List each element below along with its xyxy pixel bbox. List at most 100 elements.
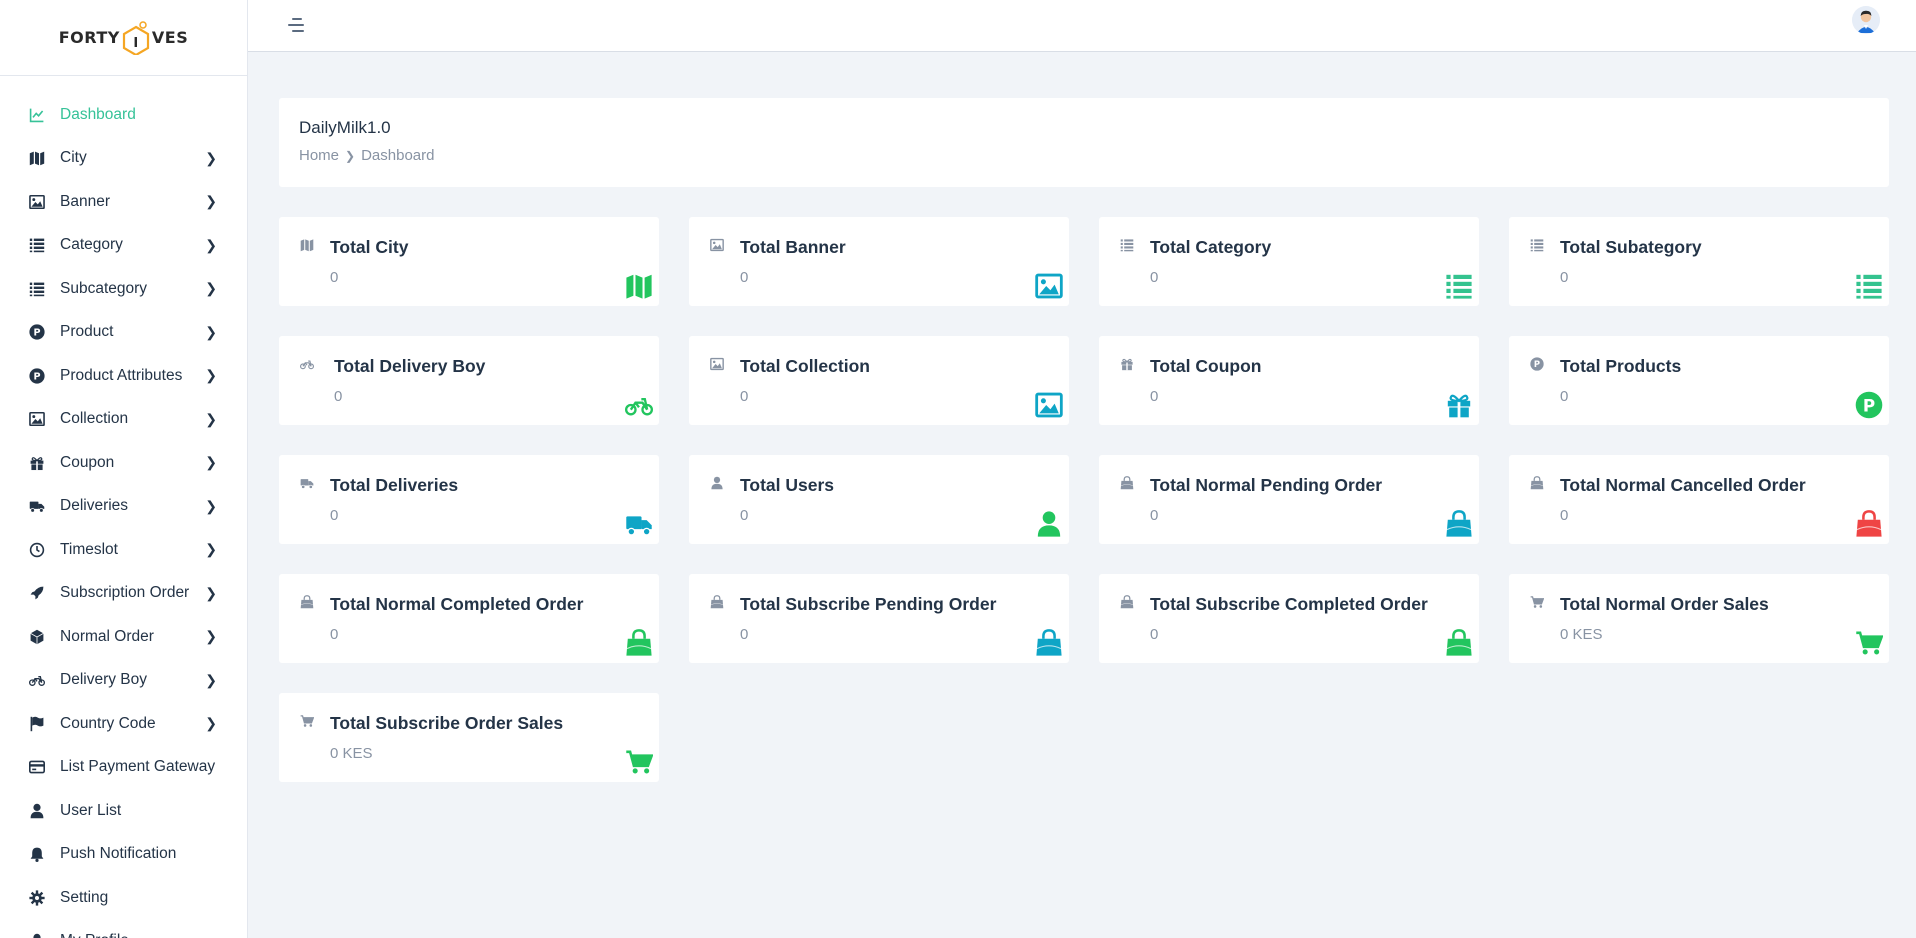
stat-value: 0 — [1560, 507, 1569, 524]
shopping-bag-icon — [709, 594, 725, 610]
main-content: DailyMilk1.0 Home ❯ Dashboard Total City… — [279, 98, 1889, 782]
chevron-right-icon: ❯ — [205, 323, 217, 340]
brand-logo[interactable]: FORTY I VES — [0, 0, 247, 76]
menu-toggle-icon[interactable] — [288, 17, 306, 33]
stat-title: Total Category — [1150, 237, 1272, 257]
stat-card-total-deliveries[interactable]: Total Deliveries 0 — [279, 455, 659, 544]
stat-card-total-coupon[interactable]: Total Coupon 0 — [1099, 336, 1479, 425]
stat-card-total-users[interactable]: Total Users 0 — [689, 455, 1069, 544]
image-icon — [1033, 270, 1065, 302]
bell-icon — [28, 845, 46, 863]
map-icon — [623, 270, 655, 302]
stat-card-total-delivery-boy[interactable]: Total Delivery Boy 0 — [279, 336, 659, 425]
sidebar-item-timeslot[interactable]: Timeslot ❯ — [0, 528, 247, 572]
sidebar-item-push-notification[interactable]: Push Notification — [0, 833, 247, 877]
sidebar-item-label: List Payment Gateway — [60, 758, 216, 776]
topbar — [248, 0, 1916, 52]
sidebar-item-delivery-boy[interactable]: Delivery Boy ❯ — [0, 659, 247, 703]
image-icon — [1033, 389, 1065, 421]
sidebar-item-label: Delivery Boy — [60, 671, 147, 689]
sidebar-item-user-list[interactable]: User List — [0, 789, 247, 833]
product-p-icon: P — [28, 367, 46, 385]
user-icon — [28, 932, 46, 938]
stat-title: Total Subategory — [1560, 237, 1702, 257]
chevron-right-icon: ❯ — [205, 628, 217, 645]
map-icon — [28, 149, 46, 167]
sidebar-item-country-code[interactable]: Country Code ❯ — [0, 702, 247, 746]
stat-card-total-normal-cancelled-order[interactable]: Total Normal Cancelled Order 0 — [1509, 455, 1889, 544]
sidebar-item-label: User List — [60, 801, 122, 819]
stat-card-total-collection[interactable]: Total Collection 0 — [689, 336, 1069, 425]
user-icon — [1033, 508, 1065, 540]
sidebar-item-deliveries[interactable]: Deliveries ❯ — [0, 485, 247, 529]
stat-card-total-normal-pending-order[interactable]: Total Normal Pending Order 0 — [1099, 455, 1479, 544]
stat-value: 0 — [1150, 388, 1159, 405]
stat-card-total-subscribe-order-sales[interactable]: Total Subscribe Order Sales 0 KES — [279, 693, 659, 782]
user-icon — [28, 802, 46, 820]
stat-title: Total Normal Cancelled Order — [1560, 475, 1806, 495]
brand-right: VES — [151, 28, 189, 47]
brand-hex-letter: I — [133, 36, 138, 51]
sidebar-item-label: Banner — [60, 192, 110, 210]
stat-title: Total Normal Pending Order — [1150, 475, 1383, 495]
chevron-right-icon: ❯ — [205, 280, 217, 297]
chevron-right-icon: ❯ — [205, 497, 217, 514]
stat-value: 0 — [330, 626, 339, 643]
stat-card-total-normal-completed-order[interactable]: Total Normal Completed Order 0 — [279, 574, 659, 663]
stat-card-total-subscribe-completed-order[interactable]: Total Subscribe Completed Order 0 — [1099, 574, 1479, 663]
stat-card-total-subategory[interactable]: Total Subategory 0 — [1509, 217, 1889, 306]
map-icon — [299, 237, 315, 253]
list-icon — [28, 280, 46, 298]
stat-card-total-city[interactable]: Total City 0 — [279, 217, 659, 306]
motorcycle-icon — [28, 671, 46, 689]
shopping-bag-icon — [1853, 508, 1885, 540]
sidebar-item-list-payment-gateway[interactable]: List Payment Gateway — [0, 746, 247, 790]
sidebar-item-product[interactable]: P Product ❯ — [0, 311, 247, 355]
stat-title: Total Delivery Boy — [334, 356, 486, 376]
stat-title: Total Subscribe Order Sales — [330, 713, 564, 733]
user-avatar[interactable] — [1852, 6, 1880, 34]
breadcrumb-home[interactable]: Home — [299, 147, 339, 164]
chevron-right-icon: ❯ — [205, 715, 217, 732]
stat-card-total-products[interactable]: P Total Products 0 P — [1509, 336, 1889, 425]
sidebar-item-label: Coupon — [60, 453, 115, 471]
stat-card-total-subscribe-pending-order[interactable]: Total Subscribe Pending Order 0 — [689, 574, 1069, 663]
sidebar-item-city[interactable]: City ❯ — [0, 137, 247, 181]
stat-card-total-banner[interactable]: Total Banner 0 — [689, 217, 1069, 306]
stat-value: 0 — [740, 626, 749, 643]
truck-icon — [28, 497, 46, 515]
list-icon — [28, 236, 46, 254]
shopping-cart-icon — [299, 713, 315, 729]
sidebar-item-subcategory[interactable]: Subcategory ❯ — [0, 267, 247, 311]
sidebar-item-product-attributes[interactable]: P Product Attributes ❯ — [0, 354, 247, 398]
sidebar-item-setting[interactable]: Setting — [0, 876, 247, 920]
product-p-icon: P — [1529, 356, 1545, 372]
page-header: DailyMilk1.0 Home ❯ Dashboard — [279, 98, 1889, 187]
stat-value: 0 — [334, 388, 343, 405]
sidebar-item-label: Setting — [60, 888, 109, 906]
clock-icon — [28, 541, 46, 559]
stat-card-total-category[interactable]: Total Category 0 — [1099, 217, 1479, 306]
image-icon — [709, 356, 725, 372]
sidebar-item-subscription-order[interactable]: Subscription Order ❯ — [0, 572, 247, 616]
chevron-right-icon: ❯ — [205, 671, 217, 688]
sidebar-item-category[interactable]: Category ❯ — [0, 224, 247, 268]
sidebar-item-coupon[interactable]: Coupon ❯ — [0, 441, 247, 485]
sidebar-item-label: City — [60, 149, 87, 167]
chevron-right-icon: ❯ — [205, 584, 217, 601]
sidebar-item-dashboard[interactable]: Dashboard — [0, 93, 247, 137]
sidebar-item-collection[interactable]: Collection ❯ — [0, 398, 247, 442]
sidebar-item-banner[interactable]: Banner ❯ — [0, 180, 247, 224]
product-p-icon: P — [28, 323, 46, 341]
chevron-right-icon: ❯ — [205, 541, 217, 558]
list-icon — [1443, 270, 1475, 302]
stat-card-total-normal-order-sales[interactable]: Total Normal Order Sales 0 KES — [1509, 574, 1889, 663]
stat-value: 0 — [330, 507, 339, 524]
image-icon — [28, 193, 46, 211]
sidebar-item-normal-order[interactable]: Normal Order ❯ — [0, 615, 247, 659]
shopping-bag-icon — [1443, 627, 1475, 659]
stat-title: Total City — [330, 237, 409, 257]
sidebar-item-my-profile[interactable]: My Profile — [0, 920, 247, 938]
chevron-right-icon: ❯ — [205, 193, 217, 210]
sidebar-item-label: Normal Order — [60, 627, 154, 645]
